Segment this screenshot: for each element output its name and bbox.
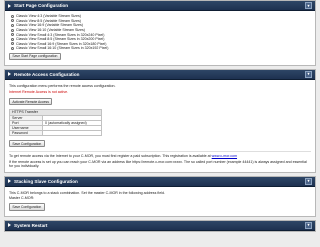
radio-button[interactable]: [11, 37, 14, 41]
option-label: Classic View Small 16:9 (Stream Sizes in…: [16, 41, 107, 46]
option-label: Classic View Small 4:3 (Stream Sizes in …: [16, 32, 105, 37]
remote-warning: Internet Remote Access is not active.: [9, 90, 69, 95]
activate-remote-button[interactable]: Activate Remote Access: [9, 98, 53, 106]
save-start-page-button[interactable]: Save Start Page configuration: [9, 52, 61, 60]
start-page-title: Start Page Configuration: [14, 3, 69, 8]
collapse-toggle-icon[interactable]: ▾: [305, 221, 312, 229]
field-label: Password: [9, 130, 43, 137]
remote-access-panel: Remote Access Configuration ▾ This confi…: [4, 68, 316, 173]
option-label: Classic View Small 16:10 (Stream Sizes i…: [16, 46, 109, 51]
radio-button[interactable]: [11, 23, 14, 27]
remote-note-address: If the remote access is set up you can r…: [9, 159, 307, 168]
remote-access-header[interactable]: Remote Access Configuration ▾: [5, 69, 315, 80]
remote-intro: This configuration menu performs the rem…: [9, 84, 116, 89]
stacking-header[interactable]: Stacking Slave Configuration ▾: [5, 176, 315, 187]
remote-note-registration: To get remote access via the Internet to…: [9, 154, 311, 158]
radio-button[interactable]: [11, 42, 14, 46]
option-label: Classic View Small 8:5 (Stream Sizes in …: [16, 37, 105, 42]
collapse-toggle-icon[interactable]: ▾: [305, 70, 312, 78]
restart-title: System Restart: [14, 222, 48, 228]
radio-button[interactable]: [11, 46, 14, 50]
save-stacking-button[interactable]: Save Configuration: [9, 203, 45, 211]
radio-button[interactable]: [11, 19, 14, 23]
start-page-panel: Start Page Configuration ▾ Classic View …: [4, 0, 316, 66]
start-view-option[interactable]: Classic View Small 16:10 (Stream Sizes i…: [11, 46, 311, 51]
collapse-toggle-icon[interactable]: ▾: [305, 2, 312, 9]
stacking-panel: Stacking Slave Configuration ▾ This C-MO…: [4, 175, 316, 217]
option-label: Classic View 16:10 (Variable Stream Size…: [16, 28, 85, 33]
cmor-website-link[interactable]: www.c-mor.com: [212, 154, 237, 158]
collapse-arrow-icon: [8, 223, 11, 228]
collapse-arrow-icon: [8, 179, 11, 184]
radio-button[interactable]: [11, 28, 14, 32]
collapse-toggle-icon[interactable]: ▾: [305, 177, 312, 185]
option-label: Classic View 16:9 (Variable Stream Sizes…: [16, 23, 83, 28]
stacking-desc: This C-MOR belongs to a stack combinatio…: [9, 191, 165, 195]
remote-settings-table: HTTPS Transfer Server Port 0 (automatica…: [9, 109, 102, 137]
collapse-arrow-icon: [8, 72, 11, 77]
option-label: Classic View 4:3 (Variable Stream Sizes): [16, 14, 81, 19]
master-cmor-label: Master C-MOR:: [9, 196, 35, 201]
start-page-header[interactable]: Start Page Configuration ▾: [5, 1, 315, 11]
restart-panel: System Restart ▾: [4, 219, 316, 232]
radio-button[interactable]: [11, 14, 14, 18]
restart-header[interactable]: System Restart ▾: [5, 220, 315, 231]
radio-button[interactable]: [11, 33, 14, 37]
remote-access-title: Remote Access Configuration: [14, 71, 80, 77]
registration-text: To get remote access via the Internet to…: [9, 154, 211, 159]
stacking-title: Stacking Slave Configuration: [14, 178, 78, 184]
start-view-options: Classic View 4:3 (Variable Stream Sizes)…: [9, 14, 311, 51]
password-field[interactable]: [42, 130, 102, 137]
save-remote-button[interactable]: Save Configuration: [9, 140, 45, 148]
option-label: Classic View 8:5 (Variable Stream Sizes): [16, 18, 81, 23]
collapse-arrow-icon: [8, 3, 11, 8]
divider: [9, 151, 311, 153]
